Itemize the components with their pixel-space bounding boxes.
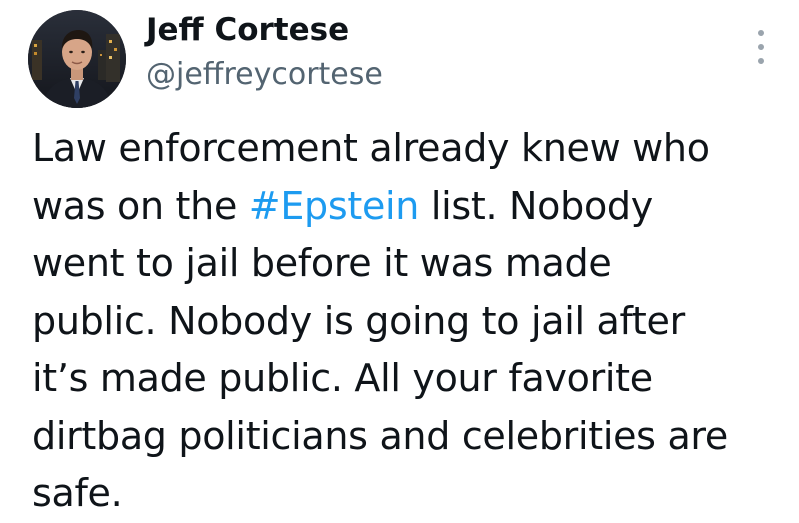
tweet-line: was on the #Epstein list. Nobody — [32, 178, 792, 236]
hashtag-link[interactable]: #Epstein — [249, 184, 420, 228]
profile-photo-icon — [28, 10, 126, 108]
text-segment: was on the — [32, 183, 249, 228]
tweet-line: public. Nobody is going to jail after — [32, 293, 792, 351]
author-display-name[interactable]: Jeff Cortese — [146, 10, 349, 50]
tweet-line: went to jail before it was made — [32, 235, 792, 293]
dot-icon — [758, 44, 764, 50]
tweet-text: Law enforcement already knew who was on … — [32, 120, 792, 523]
more-options-icon[interactable] — [753, 30, 769, 64]
avatar[interactable] — [28, 10, 126, 108]
text-segment: safe. — [32, 471, 123, 515]
dot-icon — [758, 30, 764, 36]
tweet-line: it’s made public. All your favorite — [32, 350, 792, 408]
text-segment: public. Nobody is going to jail after — [32, 298, 685, 343]
author-handle[interactable]: @jeffreycortese — [146, 55, 383, 95]
text-segment: went to jail before it was made — [32, 241, 612, 285]
tweet-card: Jeff Cortese @jeffreycortese Law enforce… — [0, 0, 799, 520]
text-segment: list. Nobody — [419, 183, 653, 228]
tweet-line: Law enforcement already knew who — [32, 120, 792, 178]
tweet-line: dirtbag politicians and celebrities are — [32, 408, 792, 466]
dot-icon — [758, 58, 764, 64]
text-segment: it’s made public. All your favorite — [32, 356, 653, 400]
text-segment: dirtbag politicians and celebrities are — [32, 413, 728, 458]
text-segment: Law enforcement already knew who — [32, 126, 710, 170]
tweet-line: safe. — [32, 465, 792, 523]
